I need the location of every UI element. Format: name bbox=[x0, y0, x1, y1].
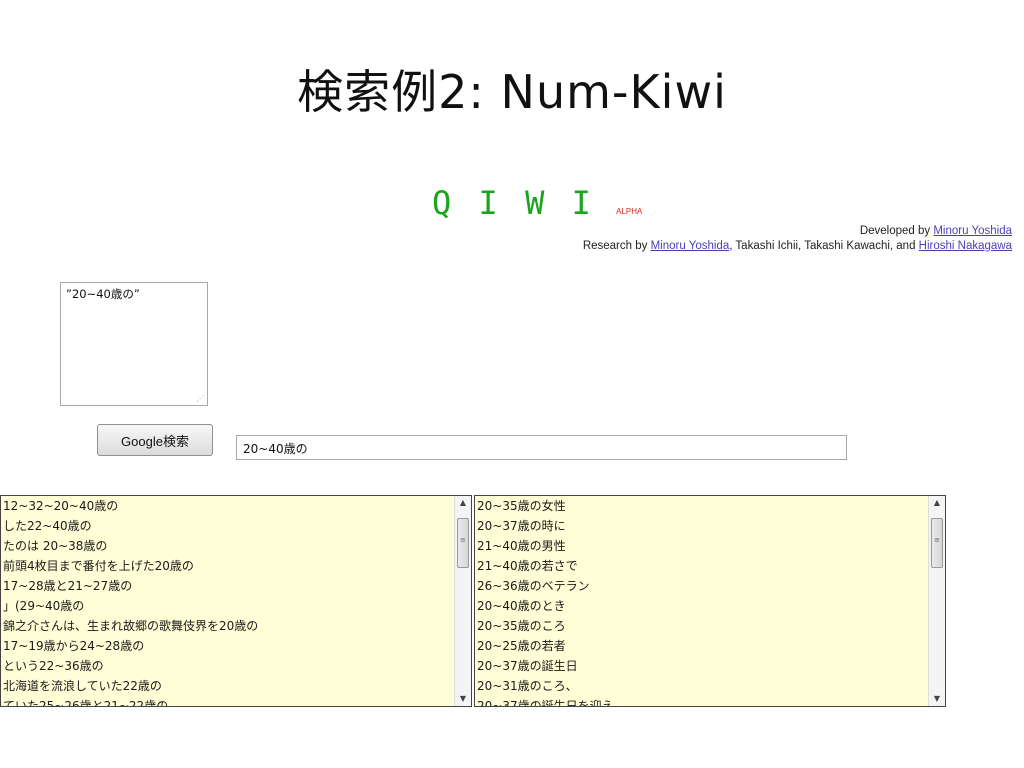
list-item[interactable]: 20~37歳の時に bbox=[477, 516, 927, 536]
list-item[interactable]: 20~37歳の誕生日 bbox=[477, 656, 927, 676]
list-item[interactable]: 21~40歳の若さで bbox=[477, 556, 927, 576]
scroll-up-arrow-icon[interactable]: ▲ bbox=[929, 496, 945, 510]
list-item[interactable]: した22~40歳の bbox=[3, 516, 453, 536]
scroll-down-arrow-icon[interactable]: ▼ bbox=[929, 692, 945, 706]
list-item[interactable]: 17~28歳と21~27歳の bbox=[3, 576, 453, 596]
researcher-link-nakagawa[interactable]: Hiroshi Nakagawa bbox=[919, 240, 1012, 252]
scroll-up-arrow-icon[interactable]: ▲ bbox=[455, 496, 471, 510]
right-list-items: 20~35歳の女性 20~37歳の時に 21~40歳の男性 21~40歳の若さで 26~… bbox=[477, 496, 927, 706]
list-item[interactable]: 26~36歳のベテラン bbox=[477, 576, 927, 596]
research-by-middle: , Takashi Ichii, Takashi Kawachi, and bbox=[729, 240, 919, 252]
list-item[interactable]: 20~37歳の誕生日を迎え bbox=[477, 696, 927, 706]
developed-by-line: Developed by Minoru Yoshida bbox=[583, 224, 1012, 239]
left-scrollbar[interactable]: ▲ ≡ ▼ bbox=[454, 496, 471, 706]
list-item[interactable]: 錦之介さんは、生まれ故郷の歌舞伎界を20歳の bbox=[3, 616, 453, 636]
list-item[interactable]: 12~32~20~40歳の bbox=[3, 496, 453, 516]
list-item[interactable]: たのは 20~38歳の bbox=[3, 536, 453, 556]
alpha-tag: ALPHA bbox=[616, 207, 643, 216]
grip-icon: ≡ bbox=[934, 536, 940, 544]
result-field[interactable]: 20~40歳の bbox=[236, 435, 847, 460]
research-by-line: Research by Minoru Yoshida, Takashi Ichi… bbox=[583, 239, 1012, 254]
list-item[interactable]: という22~36歳の bbox=[3, 656, 453, 676]
list-item[interactable]: 」(29~40歳の bbox=[3, 596, 453, 616]
query-textarea[interactable]: ”20~40歳の” ⋰ bbox=[60, 282, 208, 406]
list-item[interactable]: 20~35歳の女性 bbox=[477, 496, 927, 516]
developed-by-prefix: Developed by bbox=[859, 225, 934, 237]
list-item[interactable]: 20~35歳のころ bbox=[477, 616, 927, 636]
developer-link[interactable]: Minoru Yoshida bbox=[933, 225, 1012, 237]
left-list-items: 12~32~20~40歳の した22~40歳の たのは 20~38歳の 前頭4枚目まで… bbox=[3, 496, 453, 706]
logo-text: Q I W I bbox=[432, 184, 595, 222]
scroll-thumb[interactable]: ≡ bbox=[457, 518, 469, 568]
list-item[interactable]: 21~40歳の男性 bbox=[477, 536, 927, 556]
google-search-button[interactable]: Google検索 bbox=[97, 424, 213, 456]
scroll-thumb[interactable]: ≡ bbox=[931, 518, 943, 568]
right-scrollbar[interactable]: ▲ ≡ ▼ bbox=[928, 496, 945, 706]
list-item[interactable]: 20~31歳のころ、 bbox=[477, 676, 927, 696]
qiwi-logo: Q I W I ALPHA bbox=[432, 184, 642, 222]
list-item[interactable]: ていた25~26歳と21~22歳の bbox=[3, 696, 453, 706]
left-results-list[interactable]: 12~32~20~40歳の した22~40歳の たのは 20~38歳の 前頭4枚目まで… bbox=[0, 495, 472, 707]
list-item[interactable]: 20~40歳のとき bbox=[477, 596, 927, 616]
resize-grip-icon[interactable]: ⋰ bbox=[196, 394, 204, 403]
research-by-prefix: Research by bbox=[582, 240, 651, 252]
query-text: ”20~40歳の” bbox=[66, 287, 140, 301]
qiwi-app-screenshot: Q I W I ALPHA Developed by Minoru Yoshid… bbox=[0, 176, 1024, 716]
list-item[interactable]: 17~19歳から24~28歳の bbox=[3, 636, 453, 656]
scroll-down-arrow-icon[interactable]: ▼ bbox=[455, 692, 471, 706]
list-item[interactable]: 前頭4枚目まで番付を上げた20歳の bbox=[3, 556, 453, 576]
right-results-list[interactable]: 20~35歳の女性 20~37歳の時に 21~40歳の男性 21~40歳の若さで 26~… bbox=[474, 495, 946, 707]
grip-icon: ≡ bbox=[460, 536, 466, 544]
list-item[interactable]: 北海道を流浪していた22歳の bbox=[3, 676, 453, 696]
slide-title: 検索例2: Num-Kiwi bbox=[297, 65, 727, 119]
list-item[interactable]: 20~25歳の若者 bbox=[477, 636, 927, 656]
researcher-link-yoshida[interactable]: Minoru Yoshida bbox=[651, 240, 730, 252]
credits: Developed by Minoru Yoshida Research by … bbox=[583, 224, 1012, 254]
